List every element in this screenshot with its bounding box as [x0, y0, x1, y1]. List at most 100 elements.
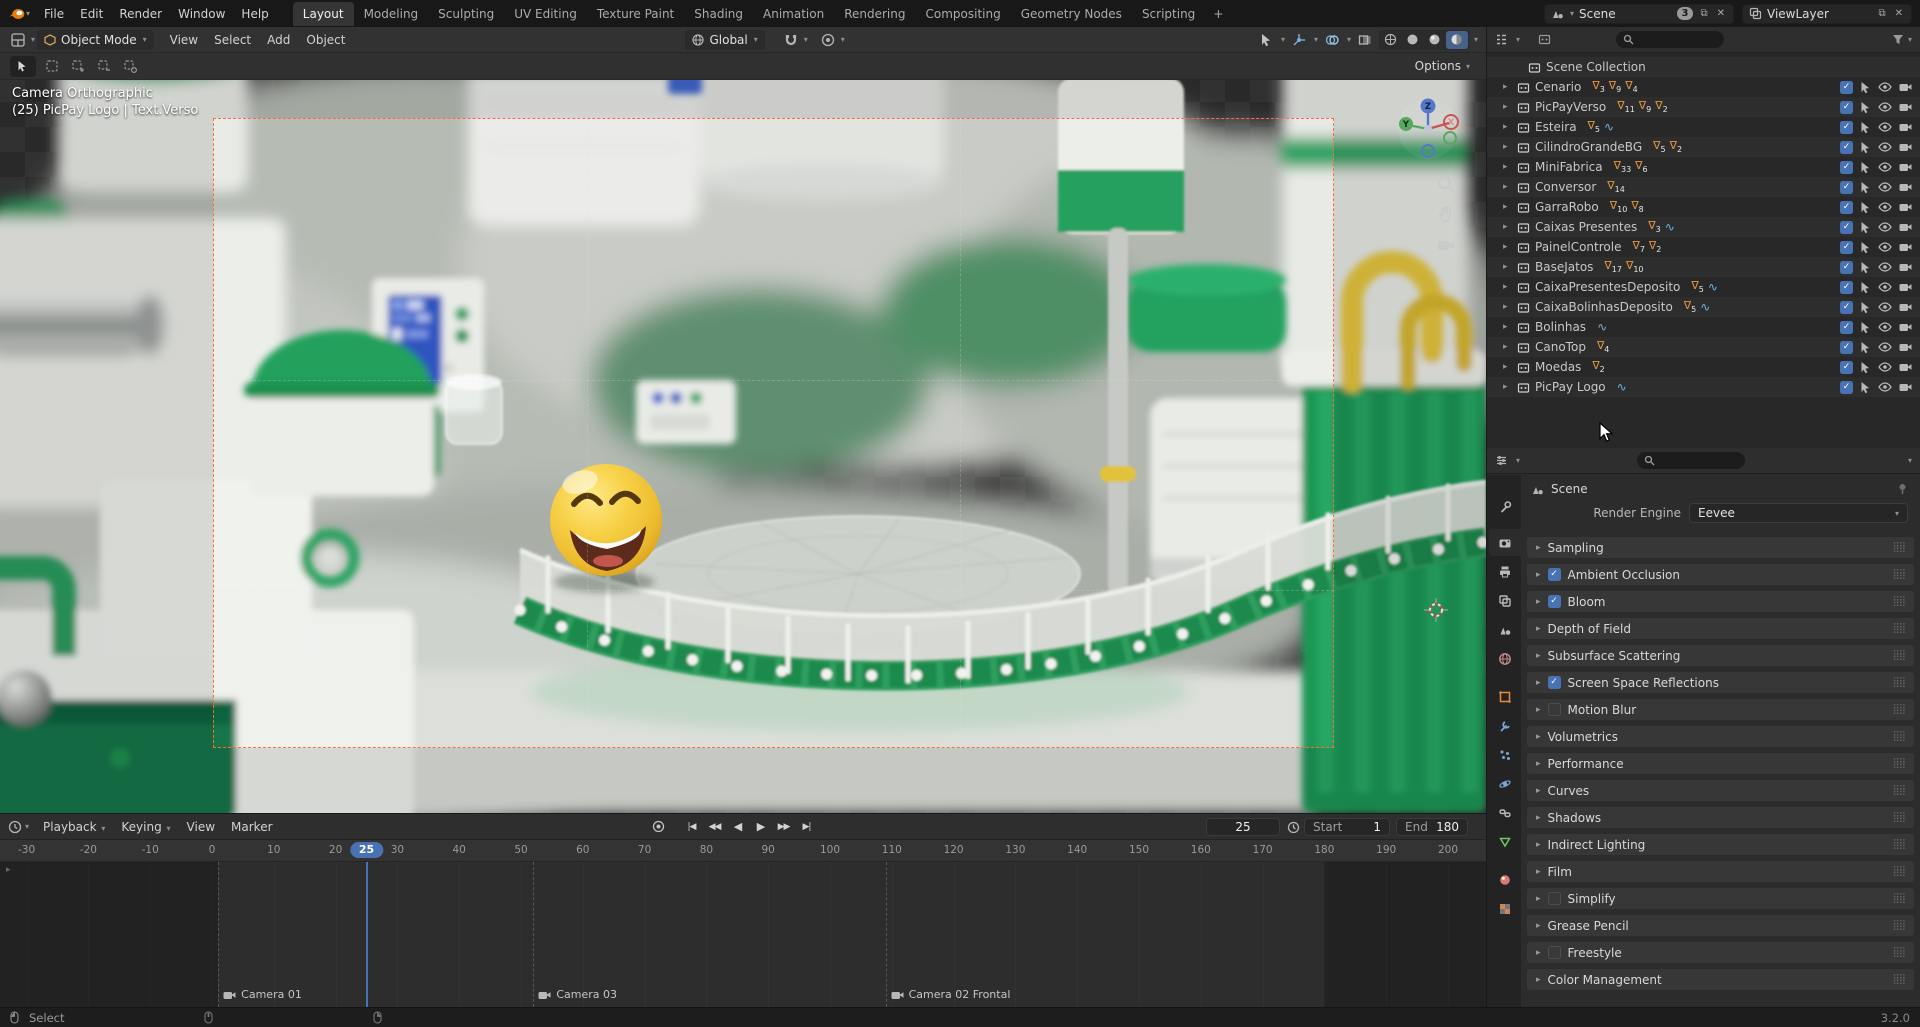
panel-section[interactable]: ▸ ✓ Screen Space Reflections ⣿⣿ [1527, 672, 1914, 693]
blender-logo-icon[interactable]: ▾ [8, 7, 30, 21]
editor-type-icon[interactable] [8, 30, 28, 50]
outliner-item-label[interactable]: CaixaBolinhasDeposito [1535, 300, 1673, 314]
properties-tab-texture[interactable] [1489, 895, 1521, 922]
panel-grip-icon[interactable]: ⣿⣿ [1892, 920, 1906, 931]
panel-expand-arrow[interactable]: ▸ [1536, 759, 1541, 769]
frame-start-field[interactable]: Start 1 [1304, 818, 1390, 836]
select-visibility-icon[interactable] [1256, 30, 1276, 50]
panel-grip-icon[interactable]: ⣿⣿ [1892, 569, 1906, 580]
disclosure-arrow[interactable]: ▸ [1503, 382, 1508, 392]
disable-render-icon[interactable] [1899, 321, 1912, 333]
outliner-item-label[interactable]: Moedas [1535, 360, 1581, 374]
disclosure-arrow[interactable]: ▸ [1503, 342, 1508, 352]
display-mode-icon[interactable] [1538, 33, 1551, 46]
exclude-checkbox[interactable]: ✓ [1840, 260, 1853, 274]
outliner-item-label[interactable]: CaixaPresentesDeposito [1535, 280, 1680, 294]
next-keyframe-button[interactable]: ▶▶ [773, 817, 794, 836]
auto-keying-button[interactable] [648, 817, 669, 836]
outliner-row[interactable]: ▸ GarraRobo ∇10 ∇8 ✓ [1487, 197, 1920, 217]
selectable-icon[interactable] [1860, 241, 1871, 254]
outliner-item-label[interactable]: Scene Collection [1546, 60, 1646, 74]
proportional-editing-icon[interactable] [818, 30, 838, 50]
panel-expand-arrow[interactable]: ▸ [1536, 786, 1541, 796]
navigation-gizmo[interactable]: Z Y X [1396, 96, 1460, 160]
panel-section[interactable]: ▸ Motion Blur ⣿⣿ [1527, 699, 1914, 720]
panel-expand-arrow[interactable]: ▸ [1536, 867, 1541, 877]
disable-render-icon[interactable] [1899, 261, 1912, 273]
shading-solid-icon[interactable] [1402, 31, 1424, 49]
panel-section[interactable]: ▸ Shadows ⣿⣿ [1527, 807, 1914, 828]
panel-section[interactable]: ▸ Curves ⣿⣿ [1527, 780, 1914, 801]
disclosure-arrow[interactable]: ▸ [1503, 142, 1508, 152]
section-checkbox[interactable] [1547, 703, 1561, 716]
disable-render-icon[interactable] [1899, 141, 1912, 153]
panel-expand-arrow[interactable]: ▸ [1536, 543, 1541, 553]
outliner-row[interactable]: ▸ CilindroGrandeBG ∇5 ∇2 ✓ [1487, 137, 1920, 157]
mode-selector[interactable]: Object Mode ▾ [37, 29, 154, 50]
hide-viewport-icon[interactable] [1878, 260, 1892, 274]
outliner-editor-icon[interactable] [1495, 33, 1508, 46]
new-viewlayer-icon[interactable]: ⧉ [1876, 8, 1887, 19]
disable-render-icon[interactable] [1899, 161, 1912, 173]
editor-type-chevron[interactable]: ▾ [1516, 35, 1520, 44]
outliner-item-label[interactable]: BaseJatos [1535, 260, 1593, 274]
scene-name[interactable]: Scene [1579, 7, 1616, 21]
disable-render-icon[interactable] [1899, 241, 1912, 253]
selectable-icon[interactable] [1860, 381, 1871, 394]
outliner-item-label[interactable]: Conversor [1535, 180, 1596, 194]
timeline-ruler[interactable]: -30 -20 -10 0 10 20 30 40 50 60 70 80 90 100 110 120 130… [0, 840, 1486, 862]
timeline-marker[interactable]: Camera 01 [223, 988, 302, 1001]
shading-material-icon[interactable] [1424, 31, 1446, 49]
transform-orientation-selector[interactable]: Global ▾ [685, 29, 765, 50]
active-tool-button[interactable] [10, 55, 36, 77]
properties-tab-physics[interactable] [1489, 770, 1521, 797]
timeline-menu-marker[interactable]: Marker [223, 816, 280, 838]
disclosure-arrow[interactable]: ▸ [1503, 282, 1508, 292]
disable-render-icon[interactable] [1899, 301, 1912, 313]
hide-viewport-icon[interactable] [1878, 300, 1892, 314]
menu-render[interactable]: Render [111, 3, 170, 25]
disclosure-arrow[interactable]: ▸ [1503, 82, 1508, 92]
panel-expand-arrow[interactable]: ▸ [1536, 570, 1541, 580]
panel-grip-icon[interactable]: ⣿⣿ [1892, 839, 1906, 850]
disable-render-icon[interactable] [1899, 221, 1912, 233]
section-checkbox[interactable]: ✓ [1547, 676, 1561, 689]
properties-tab-particles[interactable] [1489, 741, 1521, 768]
panel-expand-arrow[interactable]: ▸ [1536, 840, 1541, 850]
panel-expand-arrow[interactable]: ▸ [1536, 597, 1541, 607]
panel-section[interactable]: ▸ ✓ Ambient Occlusion ⣿⣿ [1527, 564, 1914, 585]
properties-editor-icon[interactable] [1495, 454, 1508, 467]
outliner-item-label[interactable]: CilindroGrandeBG [1535, 140, 1642, 154]
panel-expand-arrow[interactable]: ▸ [1536, 975, 1541, 985]
exclude-checkbox[interactable]: ✓ [1840, 180, 1853, 194]
disclosure-arrow[interactable]: ▸ [1503, 162, 1508, 172]
render-engine-dropdown[interactable]: Eevee ▾ [1689, 503, 1908, 523]
outliner-row[interactable]: ▸ MiniFabrica ∇33 ∇6 ✓ [1487, 157, 1920, 177]
exclude-checkbox[interactable]: ✓ [1840, 100, 1853, 114]
exclude-checkbox[interactable]: ✓ [1840, 380, 1853, 394]
properties-tab-view-layer[interactable] [1489, 587, 1521, 614]
selectable-icon[interactable] [1860, 301, 1871, 314]
outliner-row[interactable]: ▸ CanoTop ∇4 ✓ [1487, 337, 1920, 357]
outliner-search-input[interactable] [1616, 31, 1725, 48]
selectable-icon[interactable] [1860, 281, 1871, 294]
disclosure-arrow[interactable]: ▸ [1503, 182, 1508, 192]
workspace-tab-scripting[interactable]: Scripting [1132, 2, 1205, 26]
panel-grip-icon[interactable]: ⣿⣿ [1892, 866, 1906, 877]
current-frame-field[interactable]: 25 [1206, 818, 1280, 836]
exclude-checkbox[interactable]: ✓ [1840, 200, 1853, 214]
hide-viewport-icon[interactable] [1878, 240, 1892, 254]
pan-hand-icon[interactable] [1436, 204, 1456, 224]
exclude-checkbox[interactable]: ✓ [1840, 220, 1853, 234]
xray-toggle-icon[interactable] [1355, 30, 1375, 50]
panel-section[interactable]: ▸ Depth of Field ⣿⣿ [1527, 618, 1914, 639]
snap-magnet-icon[interactable] [781, 30, 801, 50]
disable-render-icon[interactable] [1899, 121, 1912, 133]
disclosure-arrow[interactable]: ▸ [1503, 242, 1508, 252]
outliner-row[interactable]: ▸ Caixas Presentes ∇3 ∿ ✓ [1487, 217, 1920, 237]
select-mode-invert-icon[interactable] [120, 56, 140, 76]
disclosure-arrow[interactable]: ▸ [1503, 222, 1508, 232]
selectable-icon[interactable] [1860, 341, 1871, 354]
panel-section[interactable]: ▸ Indirect Lighting ⣿⣿ [1527, 834, 1914, 855]
zoom-tool-icon[interactable] [1436, 174, 1456, 194]
